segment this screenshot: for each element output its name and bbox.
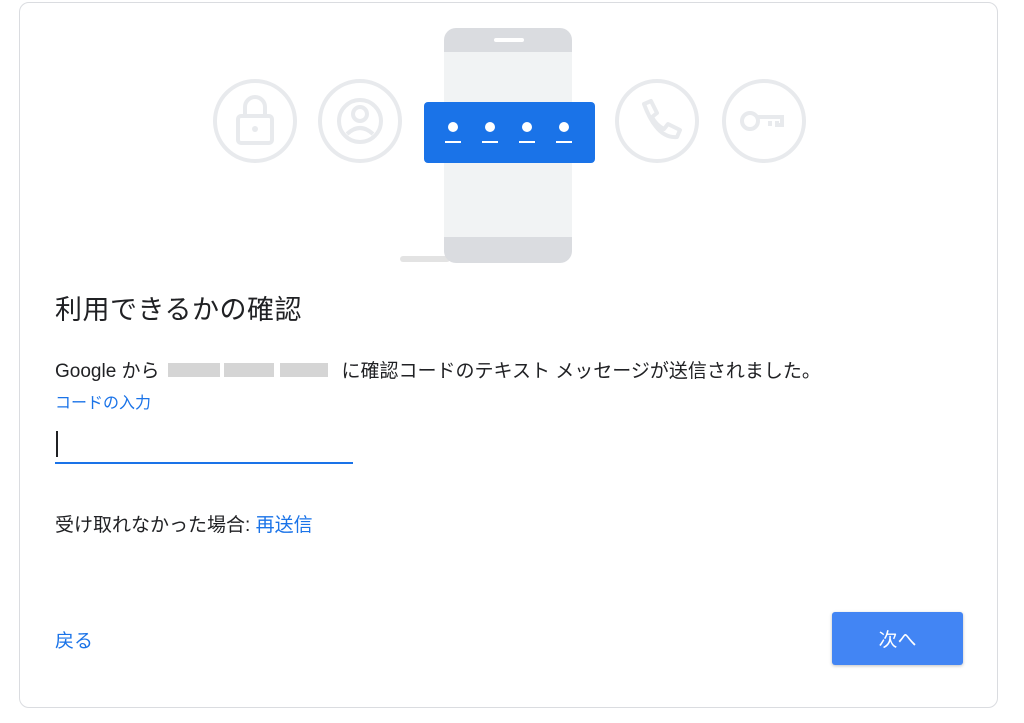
back-button[interactable]: 戻る — [55, 626, 93, 653]
input-underline — [55, 462, 353, 464]
verification-message: Google から に確認コードのテキスト メッセージが送信されました。 — [55, 356, 821, 383]
code-input[interactable] — [55, 426, 353, 462]
code-dots-icon — [424, 102, 595, 163]
next-button[interactable]: 次へ — [832, 612, 963, 665]
phone-icon — [615, 79, 699, 163]
text-caret — [56, 431, 58, 457]
lock-icon — [213, 79, 297, 163]
resend-prefix: 受け取れなかった場合: — [55, 515, 256, 536]
resend-line: 受け取れなかった場合: 再送信 — [55, 510, 313, 537]
code-input-label: コードの入力 — [55, 395, 152, 412]
verification-illustration — [213, 28, 806, 263]
key-icon — [722, 79, 806, 163]
message-suffix: に確認コードのテキスト メッセージが送信されました。 — [341, 361, 821, 382]
resend-link[interactable]: 再送信 — [256, 515, 313, 536]
code-input-field[interactable] — [55, 426, 353, 464]
redacted-phone-number — [164, 360, 332, 380]
message-prefix: Google から — [55, 361, 160, 382]
page-title: 利用できるかの確認 — [55, 295, 302, 325]
account-circle-icon — [318, 79, 402, 163]
